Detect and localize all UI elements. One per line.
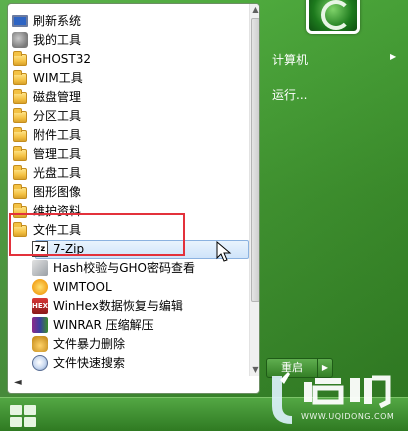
menu-item-force-delete[interactable]: 文件暴力删除 [8, 334, 248, 353]
menu-item-label: 我的工具 [33, 33, 82, 47]
menu-folder-wim-tools[interactable]: WIM工具 [8, 68, 248, 87]
menu-item-label: 图形图像 [33, 185, 82, 199]
scroll-up-icon[interactable]: ▲ [250, 4, 259, 16]
menu-item-my-tools[interactable]: 我的工具 [8, 30, 248, 49]
menu-folder-disk-management[interactable]: 磁盘管理 [8, 87, 248, 106]
vertical-scrollbar[interactable]: ▲ ▼ [249, 4, 259, 376]
annotation-highlight-box [9, 213, 185, 256]
menu-item-label: 文件快速搜索 [53, 356, 126, 370]
all-programs-pane: 刷新系统 我的工具 GHOST32 WIM工具 磁盘管理 分区工具 附件工具 管… [7, 3, 260, 394]
menu-item-label: WINRAR 压缩解压 [53, 318, 154, 332]
menu-item-winrar[interactable]: WINRAR 压缩解压 [8, 315, 248, 334]
menu-item-quick-search[interactable]: 文件快速搜索 [8, 353, 248, 372]
folder-icon [13, 69, 27, 85]
menu-item-wimtool[interactable]: WIMTOOL [8, 277, 248, 296]
back-button[interactable]: ◄ [8, 373, 260, 392]
folder-icon [13, 145, 27, 161]
monitor-icon [12, 15, 28, 27]
computer-link[interactable]: 计算机 [272, 51, 308, 68]
menu-item-label: 刷新系统 [33, 14, 82, 28]
hash-icon [32, 259, 48, 276]
menu-item-label: WinHex数据恢复与编辑 [53, 299, 183, 313]
folder-icon [13, 183, 27, 199]
windows-start-icon[interactable] [8, 403, 38, 429]
folder-icon [13, 126, 27, 142]
folder-icon [13, 107, 27, 123]
menu-item-label: WIMTOOL [53, 279, 112, 294]
menu-folder-partition-tools[interactable]: 分区工具 [8, 106, 248, 125]
lock-icon [32, 335, 48, 352]
back-arrow-icon: ◄ [14, 377, 22, 388]
menu-item-label: 管理工具 [33, 147, 82, 161]
folder-icon [13, 88, 27, 104]
menu-item-hash-check[interactable]: Hash校验与GHO密码查看 [8, 258, 248, 277]
watermark-url: WWW.UQIDONG.COM [301, 412, 395, 421]
winhex-icon: HEX [32, 297, 48, 314]
search-icon [32, 354, 48, 371]
menu-item-label: 分区工具 [33, 109, 82, 123]
scroll-thumb[interactable] [251, 18, 259, 302]
menu-folder-graphics[interactable]: 图形图像 [8, 182, 248, 201]
menu-item-refresh-system[interactable]: 刷新系统 [8, 11, 248, 30]
folder-icon [13, 50, 27, 66]
menu-item-label: 光盘工具 [33, 166, 82, 180]
menu-folder-disc-tools[interactable]: 光盘工具 [8, 163, 248, 182]
menu-folder-admin-tools[interactable]: 管理工具 [8, 144, 248, 163]
winrar-icon [32, 316, 48, 333]
user-account-picture[interactable] [306, 0, 360, 34]
folder-icon [13, 164, 27, 180]
mouse-cursor-icon [216, 241, 232, 262]
menu-item-label: Hash校验与GHO密码查看 [53, 261, 196, 275]
menu-item-winhex[interactable]: HEX WinHex数据恢复与编辑 [8, 296, 248, 315]
run-link[interactable]: 运行... [272, 86, 307, 103]
menu-item-label: GHOST32 [33, 51, 91, 66]
wimtool-icon [32, 278, 48, 295]
menu-item-label: 磁盘管理 [33, 90, 82, 104]
tools-icon [12, 31, 28, 48]
menu-folder-accessories[interactable]: 附件工具 [8, 125, 248, 144]
submenu-arrow-icon: ▶ [390, 52, 397, 61]
menu-folder-ghost32[interactable]: GHOST32 [8, 49, 248, 68]
menu-item-label: 附件工具 [33, 128, 82, 142]
menu-item-label: WIM工具 [33, 71, 83, 85]
menu-item-label: 文件暴力删除 [53, 337, 126, 351]
